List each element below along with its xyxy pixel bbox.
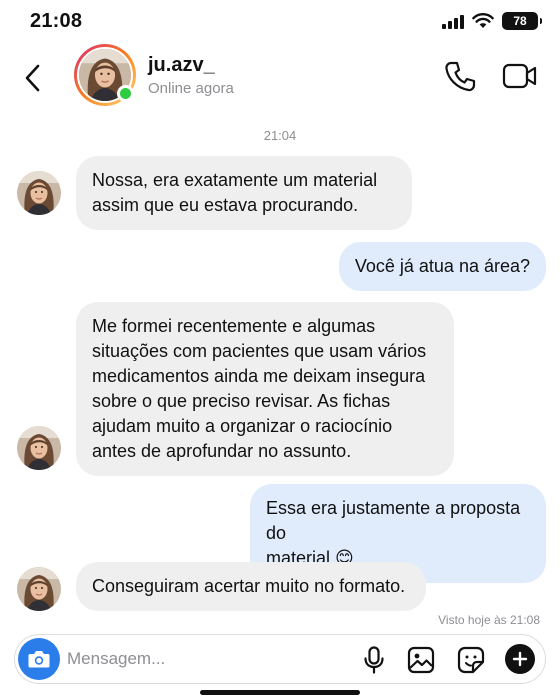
status-icons: 78 (442, 11, 542, 31)
status-time: 21:08 (30, 10, 83, 32)
camera-icon (28, 651, 50, 668)
message-line: assim que eu estava procurando. (92, 195, 359, 215)
message-input[interactable] (67, 645, 297, 673)
camera-button[interactable] (18, 638, 60, 680)
message-line: Nossa, era exatamente um material (92, 170, 378, 190)
message-line: sobre o que preciso revisar. As fichas (92, 391, 391, 411)
message-bubble-incoming[interactable]: Conseguiram acertar muito no formato. (76, 562, 426, 611)
battery-indicator: 78 (502, 12, 542, 30)
message-line: Conseguiram acertar muito no formato. (92, 576, 406, 596)
message-bubble-outgoing[interactable]: Você já atua na área? (338, 242, 546, 291)
message-line: Você já atua na área? (354, 256, 530, 276)
message-line: ajudam muito a organizar o raciocínio (92, 416, 393, 436)
gallery-button[interactable] (406, 645, 436, 675)
message-avatar[interactable] (17, 171, 61, 215)
plus-icon (512, 651, 528, 667)
message-composer (14, 634, 546, 684)
message-avatar[interactable] (17, 426, 61, 470)
message-bubble-incoming[interactable]: Me formei recentemente e algumas situaçõ… (76, 302, 454, 476)
video-call-button[interactable] (502, 62, 538, 90)
message-line: medicamentos ainda me deixam insegura (92, 366, 426, 386)
home-indicator (200, 690, 360, 695)
online-indicator (117, 85, 134, 102)
more-options-button[interactable] (505, 644, 535, 674)
message-line: antes de aprofundar no assunto. (92, 441, 352, 461)
conversation-timestamp: 21:04 (263, 128, 297, 143)
wifi-icon (472, 13, 494, 28)
voice-message-button[interactable] (359, 645, 389, 675)
contact-username[interactable]: ju.azv_ (148, 54, 215, 77)
sticker-icon (457, 646, 485, 674)
seen-receipt: Visto hoje às 21:08 (438, 613, 540, 627)
message-line: situações com pacientes que usam vários (92, 341, 427, 361)
sticker-button[interactable] (456, 645, 486, 675)
phone-icon (445, 61, 476, 92)
back-icon (25, 64, 40, 92)
mic-icon (364, 646, 384, 674)
back-button[interactable] (20, 62, 48, 94)
message-bubble-incoming[interactable]: Nossa, era exatamente um material assim … (76, 156, 412, 230)
chat-header: ju.azv_ Online agora (0, 44, 560, 116)
message-avatar[interactable] (17, 567, 61, 611)
message-line: Me formei recentemente e algumas (92, 316, 376, 336)
video-icon (502, 63, 537, 89)
contact-status: Online agora (148, 80, 234, 97)
voice-call-button[interactable] (444, 60, 476, 94)
image-icon (407, 646, 435, 674)
message-line: Essa era justamente a proposta do (266, 498, 521, 543)
status-bar: 21:08 78 (0, 0, 560, 44)
cellular-signal-icon (442, 13, 464, 29)
